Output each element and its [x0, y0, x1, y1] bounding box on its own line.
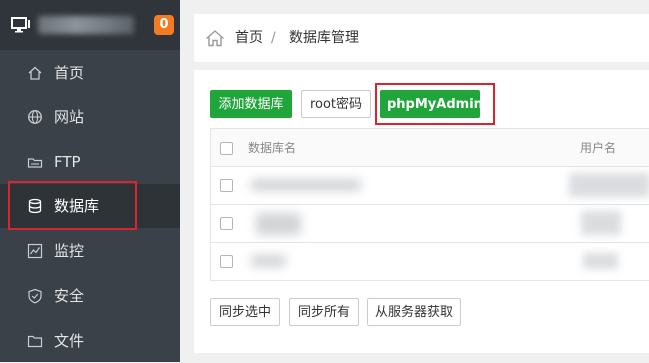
folder-icon [27, 333, 43, 349]
table-header: 数据库名 用户名 [211, 129, 649, 167]
sidebar-item-website[interactable]: 网站 [0, 95, 180, 139]
sync-all-button[interactable]: 同步所有 [289, 298, 359, 326]
sidebar-item-ftp[interactable]: FTP [0, 140, 180, 184]
breadcrumb-current: 数据库管理 [289, 30, 359, 46]
globe-icon [27, 109, 43, 125]
add-database-button[interactable]: 添加数据库 [210, 90, 292, 118]
username-redacted [569, 173, 649, 197]
sidebar-item-home[interactable]: 首页 [0, 51, 180, 95]
sidebar-item-label: 首页 [54, 64, 85, 82]
sidebar-item-label: FTP [54, 153, 81, 171]
sidebar-item-label: 网站 [54, 108, 85, 126]
root-password-button[interactable]: root密码 [301, 90, 371, 118]
highlight-database-nav [8, 181, 137, 230]
select-all-checkbox[interactable] [220, 142, 233, 155]
highlight-phpmyadmin [375, 83, 495, 125]
breadcrumb: 首页 / 数据库管理 [194, 14, 649, 62]
sidebar-header: 0 [0, 0, 180, 50]
notification-badge[interactable]: 0 [154, 15, 174, 35]
sidebar-item-monitor[interactable]: 监控 [0, 229, 180, 273]
shield-icon [27, 288, 43, 304]
server-name-redacted [38, 16, 134, 34]
column-header-username: 用户名 [580, 141, 617, 155]
breadcrumb-separator: / [271, 30, 276, 46]
sidebar-item-label: 监控 [54, 242, 85, 260]
username-redacted [581, 211, 621, 235]
column-header-dbname: 数据库名 [248, 141, 297, 155]
table-row [211, 205, 649, 243]
table-row [211, 167, 649, 205]
db-name-redacted [256, 213, 301, 235]
home-icon [27, 65, 43, 81]
row-checkbox[interactable] [220, 179, 233, 192]
row-checkbox[interactable] [220, 255, 233, 268]
database-table: 数据库名 用户名 [210, 128, 649, 281]
sidebar-item-security[interactable]: 安全 [0, 274, 180, 318]
table-row [211, 243, 649, 281]
sync-selected-button[interactable]: 同步选中 [210, 298, 280, 326]
db-name-redacted [251, 255, 286, 267]
breadcrumb-home[interactable]: 首页 [235, 28, 263, 48]
home-icon[interactable] [205, 29, 225, 51]
fetch-from-server-button[interactable]: 从服务器获取 [367, 298, 461, 326]
db-name-redacted [251, 179, 361, 191]
ftp-icon [27, 154, 43, 170]
row-checkbox[interactable] [220, 217, 233, 230]
monitor-icon [11, 17, 31, 37]
sidebar-item-label: 文件 [54, 332, 85, 350]
sidebar-item-label: 安全 [54, 287, 85, 305]
username-redacted [583, 253, 618, 269]
monitor-chart-icon [27, 243, 43, 259]
sidebar-item-files[interactable]: 文件 [0, 319, 180, 363]
